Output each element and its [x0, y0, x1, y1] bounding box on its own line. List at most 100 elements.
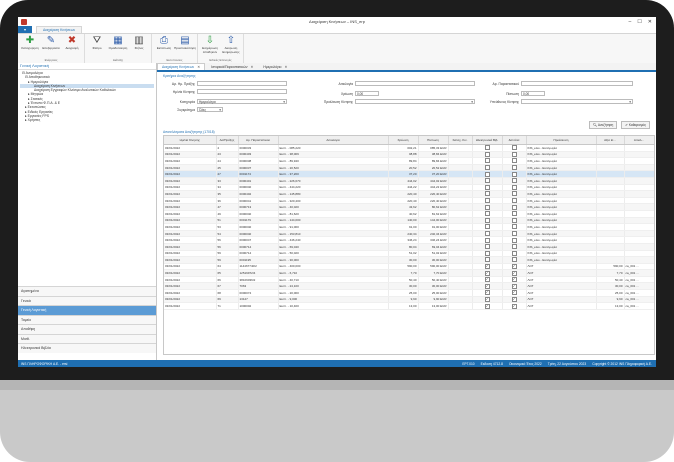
checkbox[interactable]: ✓ — [484, 263, 490, 269]
checkbox[interactable]: ✓ — [511, 283, 517, 289]
plus-button[interactable]: ✚ Καταχώρηση — [21, 35, 39, 58]
table-row[interactable]: 03/01/2022 69 13127 Εισπ. - 9,000 9,90 9,90 E… — [164, 296, 654, 304]
nav-item[interactable]: Ηλεκτρονικά Βιβλία — [18, 343, 156, 353]
description-input[interactable] — [355, 81, 475, 86]
table-row[interactable]: 03/01/2022 49 0000040 Εισπ. - 81,620 40,62 81… — [164, 210, 654, 218]
grid-column-header[interactable]: Πίστωση — [418, 136, 449, 145]
checkbox[interactable]: ✓ — [511, 277, 517, 283]
checkbox[interactable] — [484, 158, 490, 164]
printer-button[interactable]: ⎙ Εκτύπωση — [155, 35, 173, 58]
checkbox[interactable] — [511, 145, 517, 151]
table-row[interactable]: 03/01/2022 24 0000038 Εισπ. - 89,940 89,84 89… — [164, 157, 654, 165]
document-tab[interactable]: Διαχείριση Κινήσεων ✕ — [157, 63, 206, 70]
close-tab-icon[interactable]: ✕ — [250, 65, 253, 69]
checkbox[interactable] — [511, 231, 517, 236]
nav-item[interactable]: Γενικά — [18, 295, 156, 305]
table-row[interactable]: 03/01/2022 51 0001179 Εισπ. - 144,000 140,00… — [164, 217, 654, 225]
nav-item[interactable]: Αποθήκη — [18, 324, 156, 334]
columns-button[interactable]: ▥ Στήλες — [130, 35, 148, 58]
checkbox[interactable] — [511, 237, 517, 243]
grid-column-header[interactable]: Αα/Πράξης — [216, 136, 239, 145]
checkbox[interactable] — [484, 151, 490, 157]
filter-button[interactable]: ⛛ Φίλτρο — [88, 35, 106, 58]
warehouse-cancel-button[interactable]: ⇧ Ακύρωση Ενημέρωσης — [222, 35, 240, 58]
grid-column-header[interactable]: Αρ. Παραστατικού — [238, 136, 279, 145]
checkbox[interactable]: ✓ — [511, 270, 517, 276]
checkbox[interactable] — [511, 191, 517, 197]
checkbox[interactable] — [484, 191, 490, 197]
table-row[interactable]: 03/01/2022 34 0000040 Εισπ. - 444,220 444,22… — [164, 184, 654, 192]
table-row[interactable]: 03/01/2022 36 0000041 Εισπ. - 320,400 220,40… — [164, 197, 654, 205]
nav-item[interactable]: Γενική Λογιστική — [18, 305, 156, 315]
document-number-input[interactable] — [521, 81, 633, 86]
table-row[interactable]: 03/01/2022 56 0000047 Εισπ. - 446,240 346,24… — [164, 236, 654, 244]
minimize-icon[interactable]: – — [629, 19, 632, 25]
checkbox[interactable] — [511, 211, 517, 217]
clear-button[interactable]: ✐ Καθαρισμός — [621, 121, 650, 129]
maximize-icon[interactable]: ☐ — [637, 19, 641, 25]
checkbox[interactable] — [511, 171, 517, 177]
document-tab[interactable]: Ημερολόγιο ✕ — [259, 64, 291, 70]
close-tab-icon[interactable]: ✕ — [197, 65, 200, 69]
checkbox[interactable] — [484, 250, 490, 256]
checkbox[interactable] — [511, 178, 517, 184]
checkbox[interactable] — [511, 217, 517, 223]
grid-column-header[interactable]: Αξία Ισ... — [596, 136, 625, 145]
close-icon[interactable]: ✕ — [648, 19, 652, 25]
responsible-user-select[interactable] — [521, 99, 633, 105]
tree-node[interactable]: ▸ Χρήστες — [20, 118, 154, 122]
checkbox[interactable] — [511, 151, 517, 157]
table-row[interactable]: 03/01/2022 59 0000714 Εισπ. - 50,020 51,02 51… — [164, 250, 654, 258]
checkbox[interactable] — [484, 237, 490, 243]
move-date-input[interactable] — [197, 89, 287, 94]
checkbox[interactable] — [484, 231, 490, 236]
checkbox[interactable]: ✓ — [484, 283, 490, 289]
checkbox[interactable] — [484, 178, 490, 184]
document-tab[interactable]: Ιστορικά/Παραστατικών ✕ — [207, 64, 257, 70]
checkbox[interactable] — [511, 250, 517, 256]
delete-button[interactable]: ✖ Διαγραφή — [63, 35, 81, 58]
table-row[interactable]: 03/01/2022 68 0000074 Εισπ. - 20,000 25,00 25… — [164, 289, 654, 297]
warehouse-update-button[interactable]: ⇩ Ενημέρωση Αποθηκών — [201, 35, 219, 58]
group-button[interactable]: ▦ Ομαδοποίηση — [109, 35, 128, 58]
table-row[interactable]: 03/01/2022 35 0000402 Εισπ. - 145,880 220,40… — [164, 190, 654, 198]
checkbox[interactable]: ✓ — [484, 270, 490, 276]
file-menu-button[interactable]: ▾ — [18, 26, 32, 33]
origin-select[interactable] — [355, 99, 475, 105]
checkbox[interactable]: ✓ — [511, 263, 517, 269]
pencil-button[interactable]: ✎ Επεξεργασία — [42, 35, 60, 58]
checkbox[interactable]: ✓ — [484, 290, 490, 296]
grid-column-header[interactable]: Ηλεκτρονικά Βιβ. — [472, 136, 503, 145]
checkbox[interactable]: ✓ — [484, 303, 490, 309]
checkbox[interactable] — [484, 244, 490, 250]
checkbox[interactable] — [484, 257, 490, 263]
table-row[interactable]: 03/01/2022 56 0000714 Εισπ. - 69,040 80,04 69… — [164, 243, 654, 251]
table-row[interactable]: 03/01/2022 67 7063 Εισπ. - 24,100 30,00 30,00… — [164, 282, 654, 291]
checkbox[interactable] — [484, 217, 490, 223]
table-row[interactable]: 03/01/2022 59 0001195 Εισπ. - 30,000 30,00 30… — [164, 256, 654, 264]
grid-column-header[interactable]: Καταχ. Κιν. — [448, 136, 473, 145]
checkbox[interactable] — [511, 158, 517, 164]
close-tab-icon[interactable]: ✕ — [284, 65, 287, 69]
credit-input[interactable]: 0,00 — [521, 91, 545, 96]
checkbox[interactable] — [484, 145, 490, 151]
table-row[interactable]: 03/01/2022 64 114467740/2 Εισπ. - 400,000 59… — [164, 263, 654, 271]
table-row[interactable]: 03/01/2022 71 1000002 Εισπ. - 10,400 13,00 13… — [164, 302, 654, 310]
search-button[interactable]: 🔍︎ Αναζήτηση — [589, 121, 618, 129]
checkbox[interactable] — [484, 204, 490, 210]
grid-column-header[interactable]: Αιτιολογία — [278, 136, 389, 145]
checkbox[interactable]: ✓ — [484, 296, 490, 302]
grid-column-header[interactable]: Ημ/νία Κίνησης — [164, 136, 217, 145]
preview-button[interactable]: ▤ Προεπισκόπηση — [174, 35, 196, 58]
checkbox[interactable] — [511, 184, 517, 190]
checkbox[interactable] — [511, 204, 517, 210]
checkbox[interactable] — [511, 198, 517, 203]
checkbox[interactable] — [511, 257, 517, 263]
debit-input[interactable]: 0,00 — [355, 91, 379, 96]
table-row[interactable]: 03/01/2022 53 0000040 Εισπ. - 91,000 91,00 91… — [164, 223, 654, 231]
checkbox[interactable] — [484, 224, 490, 230]
table-row[interactable]: 03/01/2022 23 0000403 Εισπ. - 38,009 08,88 38… — [164, 151, 654, 159]
table-row[interactable]: 03/01/2022 54 0000040 Εισπ. - 153,810 240,34… — [164, 230, 654, 238]
table-row[interactable]: 03/01/2022 2 0000033 Εισπ. - 085,220 002,21 0… — [164, 144, 654, 152]
grid-column-header[interactable]: Προέλευση — [526, 136, 597, 145]
